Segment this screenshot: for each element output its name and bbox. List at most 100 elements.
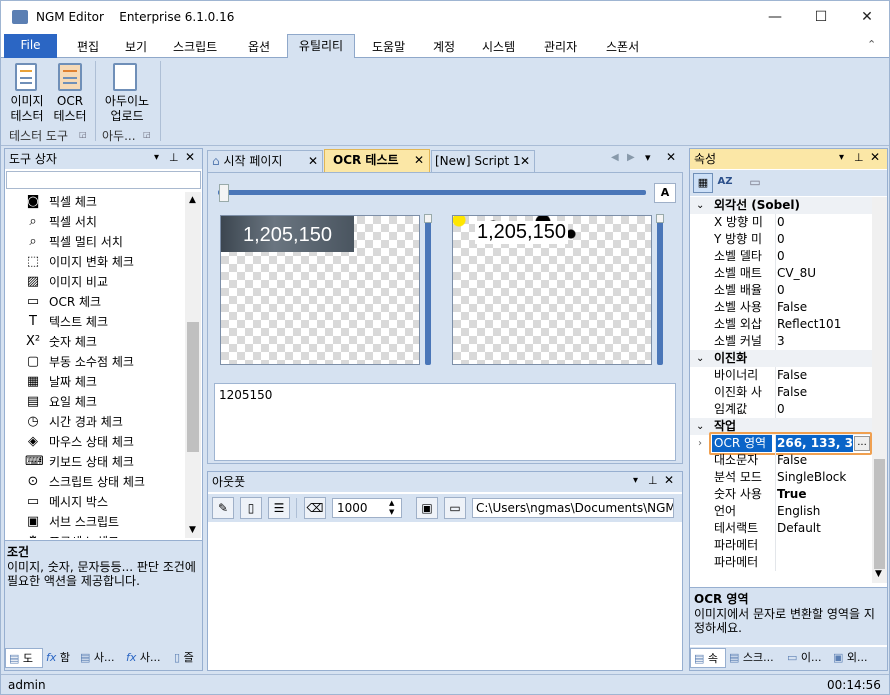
tab-toolbox[interactable]: ▤ 도 (5, 648, 43, 668)
close-button[interactable]: ✕ (844, 1, 889, 33)
close-icon[interactable]: ✕ (185, 150, 195, 164)
source-image-view[interactable]: 1,205,150 (220, 215, 420, 365)
property-row[interactable]: 언어 English (690, 503, 872, 520)
property-category[interactable]: ⌄ 외각선 (Sobel) (690, 197, 872, 214)
categorized-icon[interactable]: ▦ (693, 173, 713, 193)
property-value[interactable]: True (775, 486, 872, 503)
property-value[interactable]: 0 (775, 282, 872, 299)
dialog-launcher-icon[interactable]: ◲ (143, 130, 151, 139)
scroll-left-icon[interactable]: ◀ (611, 152, 619, 163)
tab-image[interactable]: ▭ 이... (784, 648, 830, 668)
property-value[interactable]: 0 (775, 214, 872, 231)
save-icon[interactable]: ▣ (416, 497, 438, 519)
dialog-launcher-icon[interactable]: ◲ (79, 130, 87, 139)
toolbox-item[interactable]: ⌕ 픽셀 멀티 서치 (29, 232, 123, 252)
property-value[interactable]: 0 (775, 231, 872, 248)
pin-icon[interactable]: ⊥ (169, 151, 179, 164)
property-value[interactable]: Default (775, 520, 872, 537)
toolbox-item[interactable]: ◙ 픽셀 체크 (27, 192, 97, 212)
property-value[interactable]: 0 (775, 248, 872, 265)
property-row[interactable]: 파라메터 (690, 554, 872, 571)
minimize-button[interactable]: — (752, 1, 798, 33)
pin-icon[interactable]: ⊥ (854, 151, 864, 164)
close-tab-icon[interactable]: ✕ (308, 151, 318, 171)
property-row[interactable]: 소벨 매트 CV_8U (690, 265, 872, 282)
toolbox-item[interactable]: ▢ 부동 소수점 체크 (27, 352, 134, 372)
property-row[interactable]: 분석 모드 SingleBlock (690, 469, 872, 486)
property-row[interactable]: 소벨 커널 3 (690, 333, 872, 350)
tab-functions[interactable]: fx 함 (43, 648, 77, 668)
spinner-icon[interactable]: ▲ ▼ (389, 499, 394, 517)
tab-user[interactable]: ▤ 사... (77, 648, 123, 668)
maximize-button[interactable]: ☐ (798, 1, 844, 33)
document-settings-icon[interactable]: ▯ (240, 497, 262, 519)
collapse-chevron-icon[interactable]: ⌄ (696, 197, 704, 214)
property-value[interactable]: CV_8U (775, 265, 872, 282)
toolbox-item[interactable]: X² 숫자 체크 (26, 332, 97, 352)
output-log[interactable] (208, 524, 682, 670)
pin-icon[interactable]: ⊥ (648, 474, 658, 487)
property-value[interactable]: 3 (775, 333, 872, 350)
property-category[interactable]: ⌄ 이진화 (690, 350, 872, 367)
dropdown-icon[interactable]: ▾ (839, 152, 844, 163)
property-row[interactable]: 소벨 배율 0 (690, 282, 872, 299)
menu-system[interactable]: 시스템 (482, 38, 515, 55)
clear-log-icon[interactable]: ✎ (212, 497, 234, 519)
toolbox-item[interactable]: ▤ 요일 체크 (27, 392, 97, 412)
toolbox-item[interactable]: ▣ 서브 스크립트 (27, 512, 119, 532)
toolbox-item[interactable]: ⬚ 이미지 변화 체크 (27, 252, 134, 272)
property-scrollbar[interactable]: ▼ (872, 197, 887, 583)
dropdown-icon[interactable]: ▾ (645, 151, 651, 164)
source-vertical-slider[interactable] (425, 215, 431, 365)
property-value[interactable]: 0 (775, 401, 872, 418)
dropdown-icon[interactable]: ▾ (154, 152, 159, 163)
delay-input[interactable]: 1000 ▲ ▼ (332, 498, 402, 518)
toolbox-item[interactable]: T 텍스트 체크 (29, 312, 108, 332)
property-row[interactable]: Y 방향 미 0 (690, 231, 872, 248)
menu-sponsor[interactable]: 스폰서 (606, 38, 639, 55)
processed-vertical-slider[interactable] (657, 215, 663, 365)
close-tab-icon[interactable]: ✕ (414, 150, 424, 171)
scroll-up-icon[interactable]: ▲ (189, 195, 196, 205)
zoom-slider-track[interactable] (218, 190, 646, 195)
property-row[interactable]: 임계값 0 (690, 401, 872, 418)
close-icon[interactable]: ✕ (664, 473, 674, 487)
tab-start-page[interactable]: ⌂ 시작 페이지 ✕ (207, 150, 323, 172)
tab-new-script[interactable]: [New] Script 1 ✕ (431, 150, 535, 172)
file-menu[interactable]: File (4, 34, 57, 58)
collapse-ribbon-icon[interactable]: ⌃ (867, 38, 876, 51)
tab-script[interactable]: ▤ 스크... (726, 648, 784, 668)
collapse-chevron-icon[interactable]: ⌄ (696, 418, 704, 435)
property-value[interactable]: False (775, 367, 872, 384)
fit-text-icon[interactable]: A (654, 183, 676, 203)
arduino-upload-button[interactable]: 아두이노 업로드 (101, 94, 153, 124)
property-row[interactable]: X 방향 미 0 (690, 214, 872, 231)
property-row[interactable]: 이진화 사 False (690, 384, 872, 401)
property-value[interactable]: False (775, 384, 872, 401)
scroll-thumb[interactable] (187, 322, 199, 452)
menu-utility[interactable]: 유틸리티 (287, 34, 355, 59)
property-value[interactable]: English (775, 503, 872, 520)
sort-az-icon[interactable]: AZ (715, 173, 735, 193)
menu-script[interactable]: 스크립트 (173, 38, 217, 55)
toolbox-item[interactable]: ◈ 마우스 상태 체크 (28, 432, 134, 452)
property-row[interactable]: 파라메터 (690, 537, 872, 554)
property-row[interactable]: 소벨 델타 0 (690, 248, 872, 265)
menu-view[interactable]: 보기 (125, 38, 147, 55)
property-row-selected[interactable]: › OCR 영역 266, 133, 35... (690, 432, 872, 455)
menu-options[interactable]: 옵션 (248, 38, 270, 55)
scroll-thumb[interactable] (874, 459, 885, 569)
property-row[interactable]: 테서랙트 Default (690, 520, 872, 537)
toolbox-item[interactable]: ⚙ 프로세스 체크 (27, 532, 119, 538)
folder-icon[interactable]: ▭ (444, 497, 466, 519)
tab-properties[interactable]: ▤ 속 (690, 648, 726, 668)
property-row[interactable]: 바이너리 False (690, 367, 872, 384)
property-row[interactable]: 숫자 사용 True (690, 486, 872, 503)
ocr-result-box[interactable]: 1205150 (214, 383, 676, 461)
close-icon[interactable]: ✕ (870, 150, 880, 164)
collapse-chevron-icon[interactable]: ⌄ (696, 350, 704, 367)
toolbox-item[interactable]: ▨ 이미지 비교 (27, 272, 108, 292)
dropdown-icon[interactable]: ▾ (633, 475, 638, 486)
menu-account[interactable]: 계정 (433, 38, 455, 55)
slider-thumb[interactable] (424, 214, 432, 223)
